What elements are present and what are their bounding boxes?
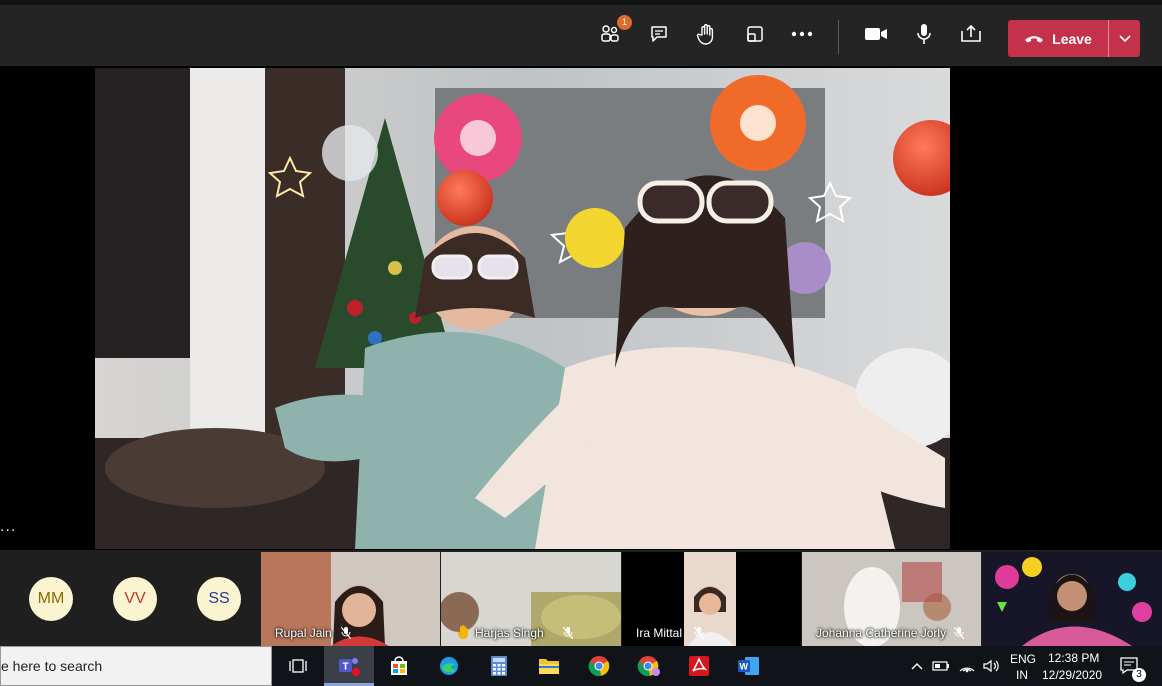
participant-name: Ira Mittal (636, 626, 683, 640)
folder-icon (539, 659, 559, 674)
word-icon: W (738, 657, 759, 675)
show-hidden-icons-button[interactable] (906, 652, 928, 680)
participant-name: Johanna Catherine Jorly (816, 626, 947, 640)
taskbar-edge[interactable] (435, 652, 463, 680)
participant-avatar[interactable]: MM (29, 577, 73, 621)
mic-off-icon (563, 627, 573, 639)
toolbar-divider (838, 20, 839, 54)
participant-strip: MM VV SS Rupal Jain Harjas Singh Ira Mit… (0, 550, 1162, 646)
taskbar-teams[interactable]: T (335, 652, 363, 680)
mic-off-icon (954, 627, 964, 639)
battery-button[interactable] (930, 652, 952, 680)
taskbar-file-explorer[interactable] (535, 652, 563, 680)
taskbar-search-text: e here to search (1, 658, 103, 674)
camera-button[interactable] (861, 19, 891, 49)
participant-avatar[interactable]: SS (197, 577, 241, 621)
participant-avatar[interactable]: VV (113, 577, 157, 621)
notifications-button[interactable]: 3 (1116, 652, 1146, 682)
taskbar-chrome[interactable] (585, 652, 613, 680)
more-actions-button[interactable] (787, 19, 817, 49)
mic-off-icon (694, 627, 704, 639)
mic-off-icon (341, 627, 351, 639)
leave-label: Leave (1052, 30, 1092, 47)
leave-button[interactable]: Leave (1008, 20, 1108, 57)
edge-icon (440, 657, 458, 675)
raise-hand-button[interactable] (691, 19, 721, 49)
chevron-down-icon (1118, 34, 1131, 42)
teams-icon: T (339, 658, 360, 676)
breakout-rooms-icon (747, 26, 763, 42)
acrobat-icon (689, 656, 709, 676)
speaker-icon (983, 659, 999, 673)
leave-button-group: Leave (1008, 20, 1140, 57)
share-tray-button[interactable] (956, 19, 986, 49)
network-button[interactable] (956, 652, 978, 680)
task-view-icon (289, 659, 307, 673)
raise-hand-icon (457, 625, 468, 639)
language-code: ENG (1010, 652, 1037, 666)
participant-tile[interactable]: Johanna Catherine Jorly (802, 552, 981, 646)
participant-tile[interactable]: Ira Mittal (622, 552, 801, 646)
svg-text:T: T (343, 662, 349, 673)
more-actions-icon (791, 31, 813, 37)
taskbar-chrome-profile[interactable] (635, 652, 663, 680)
avatar-initials: VV (124, 590, 146, 607)
battery-icon (932, 661, 949, 671)
wifi-icon (959, 667, 975, 673)
participant-tile[interactable]: Rupal Jain (261, 552, 440, 646)
taskbar-calculator[interactable] (485, 652, 513, 680)
clock-time: 12:38 PM (1048, 651, 1100, 665)
taskbar-store[interactable] (385, 652, 413, 680)
participant-video (982, 552, 1162, 646)
participant-name: Rupal Jain (275, 626, 332, 640)
raise-hand-icon (696, 24, 714, 45)
teams-meeting-window: 1 Leave ... MM VV SS Rupal Jain Harjas S… (0, 0, 1162, 686)
task-view-button[interactable] (284, 652, 312, 680)
microphone-icon (917, 24, 931, 44)
calculator-icon (491, 656, 507, 676)
chrome-icon (637, 656, 660, 677)
taskbar-word[interactable]: W (735, 652, 763, 680)
volume-button[interactable] (980, 652, 1002, 680)
taskbar-search[interactable]: e here to search (0, 646, 272, 686)
chat-icon (651, 26, 667, 42)
language-indicator[interactable]: ENG IN (1006, 646, 1036, 686)
participant-tile[interactable] (982, 552, 1162, 646)
participants-button[interactable]: 1 (596, 15, 632, 49)
chat-button[interactable] (644, 19, 674, 49)
camera-icon (865, 28, 887, 40)
chevron-up-icon (911, 663, 923, 670)
share-tray-icon (961, 24, 981, 42)
clock[interactable]: 12:38 PM 12/29/2020 (1040, 646, 1112, 686)
avatar-initials: MM (37, 590, 65, 607)
video-more-options[interactable]: ... (0, 518, 16, 536)
phone-icon (1025, 35, 1044, 42)
windows-taskbar: e here to search T W ENG IN 12:38 PM 12/… (0, 646, 1162, 686)
language-region: IN (1016, 668, 1028, 682)
participant-tile[interactable]: Harjas Singh (441, 552, 621, 646)
avatar-initials: SS (208, 590, 230, 607)
video-scene (95, 68, 950, 549)
store-icon (391, 656, 407, 675)
clock-date: 12/29/2020 (1042, 668, 1103, 682)
breakout-rooms-button[interactable] (740, 19, 770, 49)
notifications-count: 3 (1132, 668, 1146, 682)
microphone-button[interactable] (909, 19, 939, 49)
participant-name: Harjas Singh (475, 626, 544, 640)
chrome-icon (588, 656, 610, 677)
leave-options-button[interactable] (1109, 34, 1140, 43)
participants-badge: 1 (617, 15, 632, 30)
svg-text:W: W (740, 662, 749, 672)
taskbar-acrobat[interactable] (685, 652, 713, 680)
meeting-toolbar: 1 Leave (0, 0, 1162, 66)
main-video-feed (95, 68, 950, 549)
